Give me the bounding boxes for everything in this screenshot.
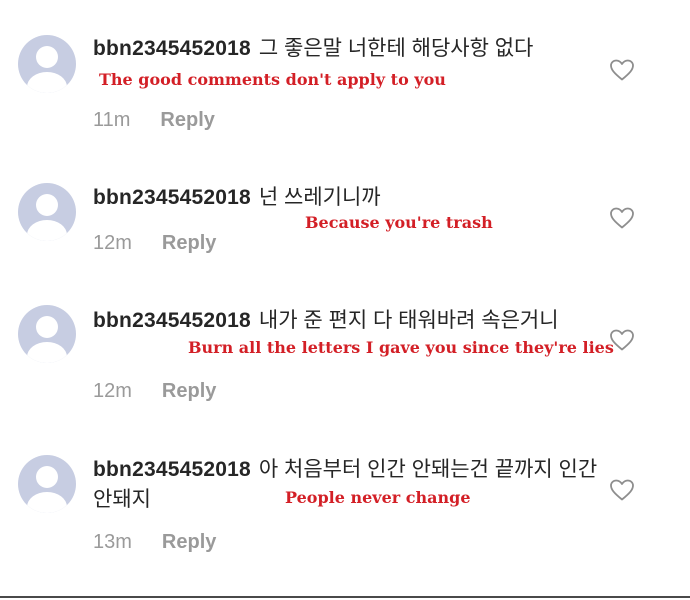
username-link[interactable]: bbn2345452018 (93, 309, 251, 332)
comment-body: 넌 쓰레기니까 (258, 186, 381, 209)
comment-text: bbn2345452018 그 좋은말 너한테 해당사항 없다 The good c… (93, 34, 603, 95)
translation-caption: Because you're trash (305, 213, 493, 232)
username-link[interactable]: bbn2345452018 (93, 186, 251, 209)
user-silhouette-icon (27, 194, 67, 241)
avatar[interactable] (18, 183, 76, 241)
comment-meta: 12m Reply (93, 380, 216, 403)
reply-button[interactable]: Reply (162, 232, 216, 254)
heart-icon[interactable] (609, 58, 635, 82)
heart-icon[interactable] (609, 328, 635, 352)
avatar[interactable] (18, 305, 76, 363)
comment-timestamp: 11m (93, 109, 131, 131)
reply-button[interactable]: Reply (162, 380, 216, 402)
heart-icon[interactable] (609, 478, 635, 502)
avatar[interactable] (18, 455, 76, 513)
bottom-divider (0, 596, 690, 598)
comment-meta: 12m Reply (93, 232, 216, 255)
user-silhouette-icon (27, 466, 67, 513)
comment-list: bbn2345452018 그 좋은말 너한테 해당사항 없다 The good c… (0, 0, 690, 600)
comment-item: bbn2345452018 그 좋은말 너한테 해당사항 없다 The good c… (0, 0, 690, 150)
reply-button[interactable]: Reply (162, 531, 216, 553)
avatar[interactable] (18, 35, 76, 93)
comment-meta: 13m Reply (93, 531, 216, 554)
comment-body: 그 좋은말 너한테 해당사항 없다 (258, 37, 534, 60)
comment-item: bbn2345452018 내가 준 편지 다 태워바려 속은거니 Burn al… (0, 300, 690, 450)
comment-timestamp: 13m (93, 531, 132, 553)
translation-caption: The good comments don't apply to you (99, 70, 446, 89)
comment-text: bbn2345452018 넌 쓰레기니까 (93, 183, 603, 213)
user-silhouette-icon (27, 316, 67, 363)
username-link[interactable]: bbn2345452018 (93, 37, 251, 60)
translation-caption: People never change (285, 488, 471, 507)
username-link[interactable]: bbn2345452018 (93, 458, 251, 481)
reply-button[interactable]: Reply (160, 109, 214, 131)
comment-item: bbn2345452018 넌 쓰레기니까 Because you're tras… (0, 150, 690, 300)
user-silhouette-icon (27, 46, 67, 93)
comment-body: 내가 준 편지 다 태워바려 속은거니 (258, 309, 559, 332)
heart-icon[interactable] (609, 206, 635, 230)
comment-meta: 11m Reply (93, 109, 215, 132)
comment-text: bbn2345452018 내가 준 편지 다 태워바려 속은거니 (93, 306, 603, 336)
comment-item: bbn2345452018 아 처음부터 인간 안돼는건 끝까지 인간안돼지 Pe… (0, 450, 690, 600)
comment-timestamp: 12m (93, 380, 132, 402)
translation-caption: Burn all the letters I gave you since th… (188, 338, 614, 357)
comment-timestamp: 12m (93, 232, 132, 254)
